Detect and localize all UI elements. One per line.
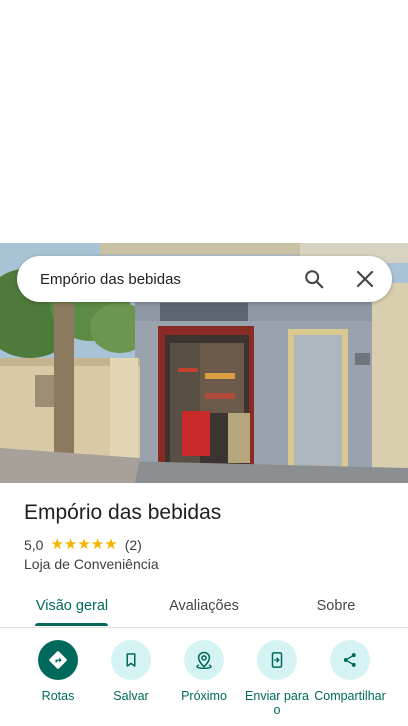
save-button[interactable]: Salvar [91,640,171,703]
active-tab-indicator [35,623,108,626]
action-bar: Rotas Salvar Próximo Enviar para o Compa… [0,640,408,726]
tab-about[interactable]: Sobre [300,583,372,628]
tab-overview[interactable]: Visão geral [24,583,120,628]
star-icon: ★ [104,536,118,553]
star-icon: ★ [90,536,105,553]
save-label: Salvar [113,689,149,703]
bookmark-icon [111,640,151,680]
directions-icon [38,640,78,680]
rating-value: 5,0 [24,537,44,553]
share-button[interactable]: Compartilhar [310,640,390,703]
rating-row[interactable]: 5,0 ★ ★ ★ ★ ★ (2) [24,536,142,554]
place-title: Empório das bebidas [24,501,222,524]
map-blank-area [0,0,408,243]
search-query-text[interactable]: Empório das bebidas [40,271,392,288]
nearby-icon [184,640,224,680]
send-to-phone-label: Enviar para o [245,689,309,717]
tab-bar: Visão geral Avaliações Sobre [0,583,408,628]
star-icon: ★ [77,536,91,553]
star-icon: ★ [63,536,78,553]
close-icon[interactable] [350,264,380,294]
send-to-phone-button[interactable]: Enviar para o [237,640,317,717]
divider [0,627,408,628]
place-category: Loja de Conveniência [24,556,159,572]
star-icon: ★ [50,536,64,553]
share-icon [330,640,370,680]
nearby-button[interactable]: Próximo [164,640,244,703]
nearby-label: Próximo [181,689,227,703]
directions-button[interactable]: Rotas [18,640,98,703]
search-icon[interactable] [299,264,329,294]
tab-reviews[interactable]: Avaliações [156,583,252,628]
review-count[interactable]: (2) [125,537,142,553]
search-bar[interactable]: Empório das bebidas [17,256,392,302]
directions-label: Rotas [41,689,75,703]
share-label: Compartilhar [314,689,386,703]
star-rating: ★ ★ ★ ★ ★ [50,537,117,553]
send-to-phone-icon [257,640,297,680]
